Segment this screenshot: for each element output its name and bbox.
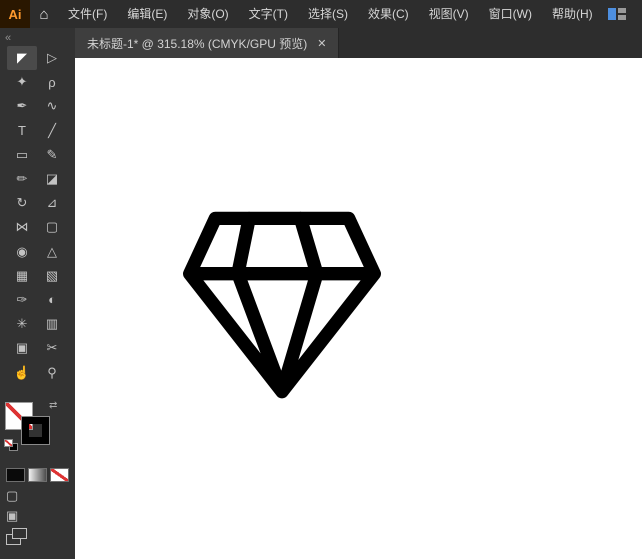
- screen-mode-rect-front: [12, 528, 27, 539]
- eraser-tool[interactable]: ◪: [37, 167, 67, 191]
- hand-tool[interactable]: ☝: [7, 360, 37, 384]
- width-tool[interactable]: ⋈: [7, 215, 37, 239]
- shape-builder-tool[interactable]: ◉: [7, 240, 37, 264]
- artboard-tool[interactable]: ▣: [7, 336, 37, 360]
- pen-tool[interactable]: ✒: [7, 94, 37, 118]
- draw-mode-icon[interactable]: ▢: [6, 486, 66, 506]
- menu-view[interactable]: 视图(V): [419, 0, 479, 28]
- gradient-button[interactable]: [28, 468, 47, 482]
- tools-panel: « ◤ ▷ ✦ ρ ✒ ∿ T ╱ ▭ ✎ ✏ ◪ ↻ ⊿ ⋈ ▢ ◉ △ ▦ …: [0, 28, 75, 559]
- menu-select[interactable]: 选择(S): [298, 0, 358, 28]
- type-tool[interactable]: T: [7, 119, 37, 143]
- workspace-left-pane: [608, 8, 616, 20]
- collapse-toolbar-button[interactable]: «: [5, 32, 9, 44]
- selection-tool[interactable]: ◤: [7, 46, 37, 70]
- paintbrush-tool[interactable]: ✎: [37, 143, 67, 167]
- blend-tool[interactable]: ◐: [37, 288, 67, 312]
- draw-inside-icon[interactable]: ▣: [6, 506, 66, 526]
- home-icon[interactable]: ⌂: [30, 0, 58, 28]
- menu-type[interactable]: 文字(T): [239, 0, 298, 28]
- shaper-tool[interactable]: ✏: [7, 167, 37, 191]
- swap-fill-stroke-icon[interactable]: ⇄: [49, 400, 57, 411]
- symbol-sprayer-tool[interactable]: ✳: [7, 312, 37, 336]
- rectangle-tool[interactable]: ▭: [7, 143, 37, 167]
- rotate-tool[interactable]: ↻: [7, 191, 37, 215]
- eyedropper-tool[interactable]: ✑: [7, 288, 37, 312]
- menu-help[interactable]: 帮助(H): [542, 0, 603, 28]
- none-button[interactable]: [50, 468, 69, 482]
- free-transform-tool[interactable]: ▢: [37, 215, 67, 239]
- menu-window[interactable]: 窗口(W): [479, 0, 542, 28]
- default-fill-stroke-icon[interactable]: [5, 440, 18, 451]
- tab-close-icon[interactable]: ✕: [317, 37, 326, 50]
- document-tab-bar: 未标题-1* @ 315.18% (CMYK/GPU 预览) ✕: [75, 28, 642, 58]
- tool-grid: ◤ ▷ ✦ ρ ✒ ∿ T ╱ ▭ ✎ ✏ ◪ ↻ ⊿ ⋈ ▢ ◉ △ ▦ ▧ …: [7, 46, 67, 385]
- mesh-tool[interactable]: ▦: [7, 264, 37, 288]
- gradient-tool[interactable]: ▧: [37, 264, 67, 288]
- curvature-tool[interactable]: ∿: [37, 94, 67, 118]
- default-fill-chip: [5, 440, 12, 446]
- line-segment-tool[interactable]: ╱: [37, 119, 67, 143]
- screen-mode-icon[interactable]: [6, 528, 26, 544]
- zoom-tool[interactable]: ⚲: [37, 360, 67, 384]
- workspace-switcher-icon[interactable]: [608, 8, 626, 20]
- fill-stroke-widget: ⇄: [5, 402, 69, 458]
- menu-bar: Ai ⌂ 文件(F) 编辑(E) 对象(O) 文字(T) 选择(S) 效果(C)…: [0, 0, 642, 28]
- paint-mode-buttons: [6, 468, 69, 482]
- scale-tool[interactable]: ⊿: [37, 191, 67, 215]
- document-tab[interactable]: 未标题-1* @ 315.18% (CMYK/GPU 预览) ✕: [75, 28, 339, 58]
- perspective-grid-tool[interactable]: △: [37, 240, 67, 264]
- direct-selection-tool[interactable]: ▷: [37, 46, 67, 70]
- artboard-canvas[interactable]: [75, 58, 642, 559]
- menu-items: 文件(F) 编辑(E) 对象(O) 文字(T) 选择(S) 效果(C) 视图(V…: [58, 0, 603, 28]
- document-tab-title: 未标题-1* @ 315.18% (CMYK/GPU 预览): [87, 35, 307, 52]
- illustrator-logo-icon[interactable]: Ai: [0, 0, 30, 28]
- stroke-color-swatch[interactable]: [22, 417, 49, 444]
- toolbar-bottom-icons: ▢ ▣: [6, 486, 66, 544]
- color-button[interactable]: [6, 468, 25, 482]
- diamond-shape[interactable]: [179, 204, 385, 406]
- menu-object[interactable]: 对象(O): [177, 0, 238, 28]
- menu-effect[interactable]: 效果(C): [358, 0, 419, 28]
- diamond-path: [190, 218, 375, 391]
- menu-edit[interactable]: 编辑(E): [117, 0, 177, 28]
- slice-tool[interactable]: ✂: [37, 336, 67, 360]
- menu-file[interactable]: 文件(F): [58, 0, 117, 28]
- magic-wand-tool[interactable]: ✦: [7, 70, 37, 94]
- lasso-tool[interactable]: ρ: [37, 70, 67, 94]
- column-graph-tool[interactable]: ▥: [37, 312, 67, 336]
- workspace-right-pane: [618, 8, 626, 20]
